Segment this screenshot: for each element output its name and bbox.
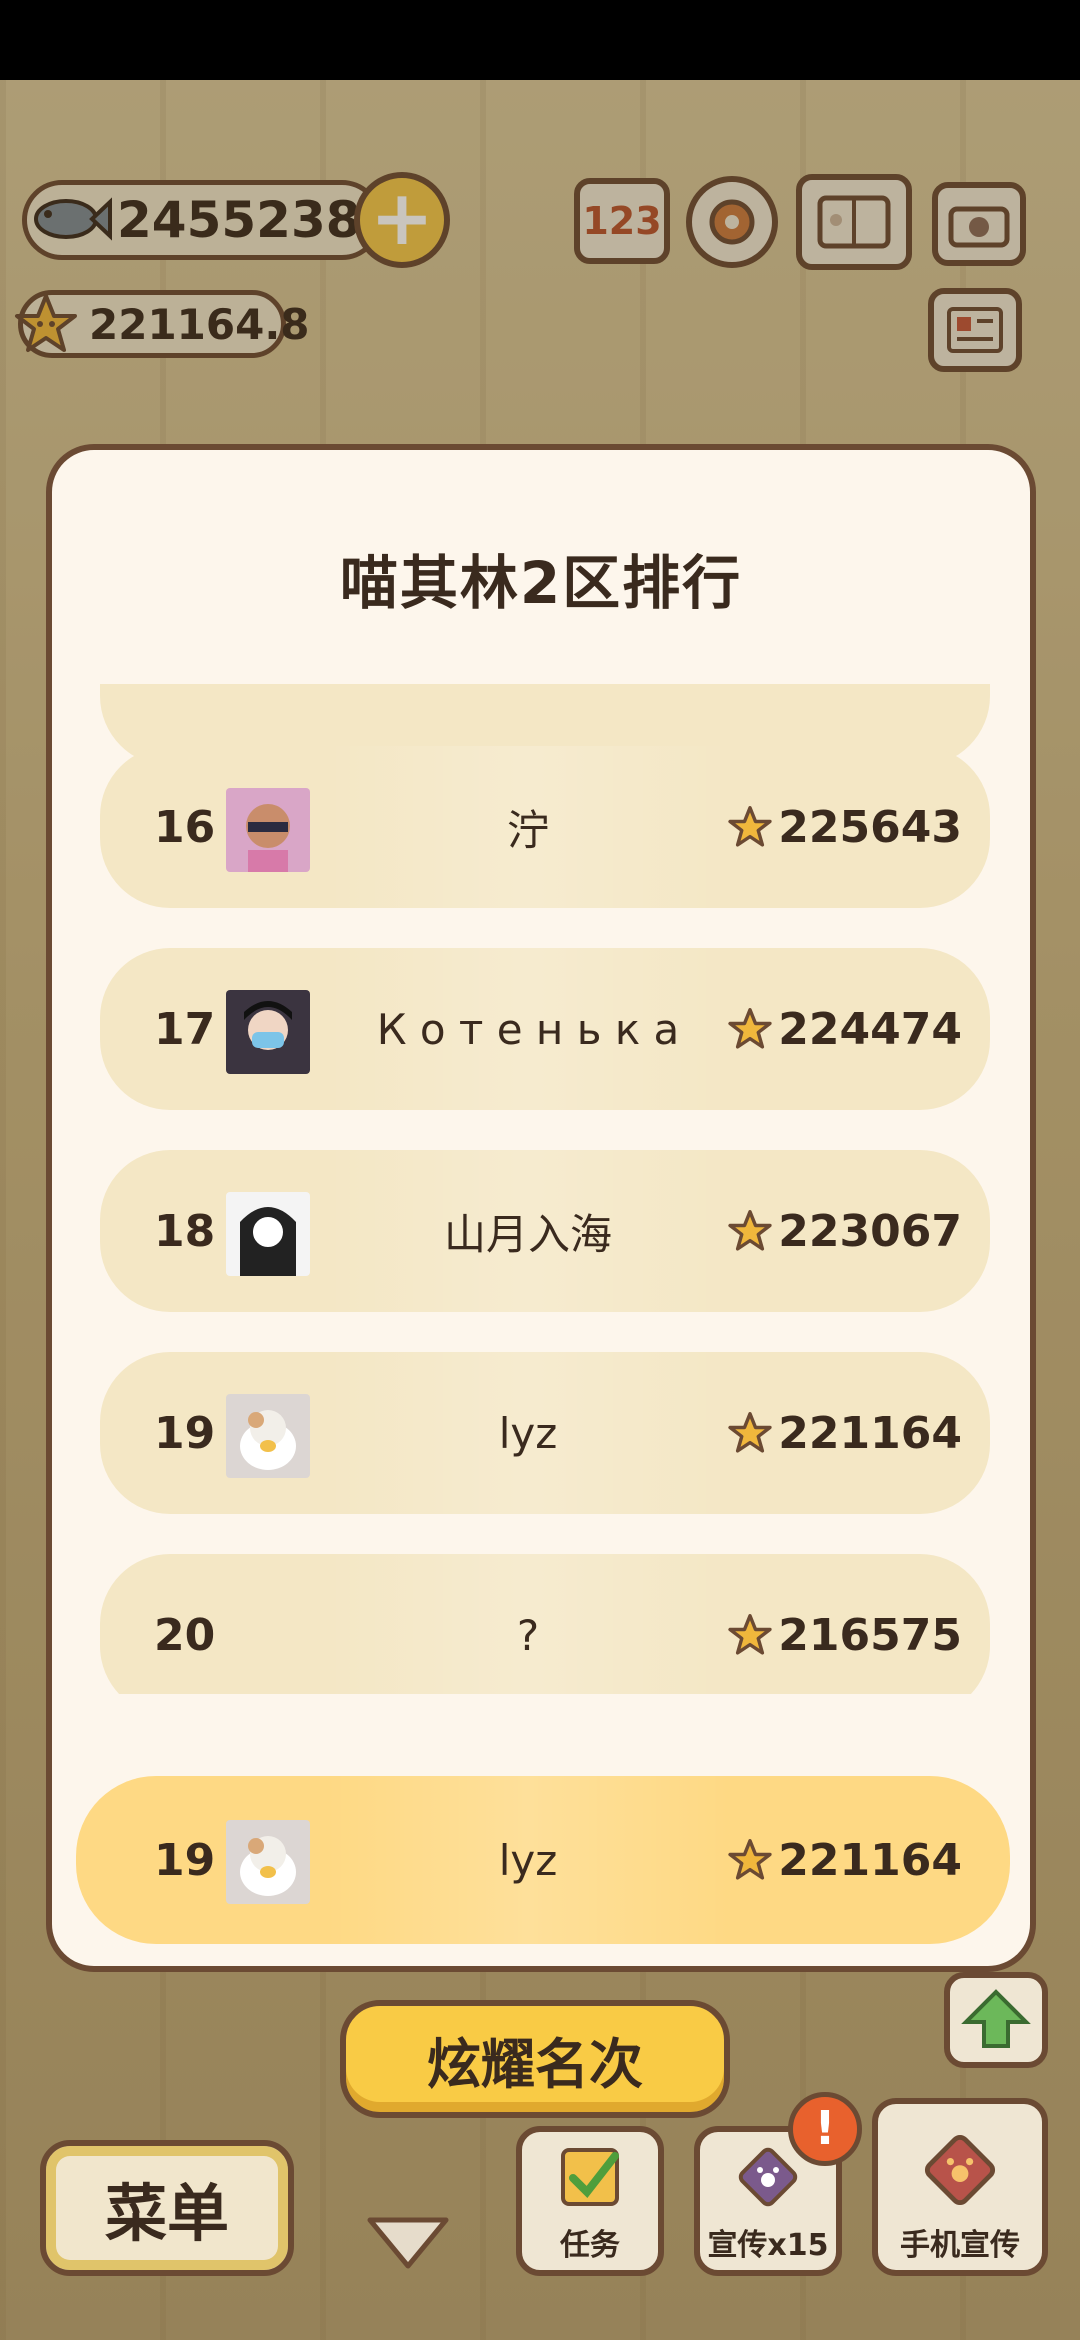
player-score: 216575 bbox=[728, 1554, 962, 1694]
player-score: 221164 bbox=[728, 1776, 962, 1944]
table-row[interactable]: 19 lyz 221164 bbox=[100, 1352, 990, 1514]
task-label: 任务 bbox=[560, 2228, 620, 2263]
phone-promo-button[interactable]: 手机宣传 bbox=[872, 2098, 1048, 2276]
rank-number: 17 bbox=[154, 1003, 216, 1055]
table-row[interactable]: 16 泞 225643 bbox=[100, 746, 990, 908]
task-button[interactable]: 任务 bbox=[516, 2126, 664, 2276]
player-name: К о т е н ь к а bbox=[326, 948, 730, 1110]
leaderboard-list[interactable]: 16 泞 225643 17 К о т е н ь к а 224474 18… bbox=[52, 684, 1030, 1694]
down-arrow-icon[interactable] bbox=[364, 2212, 452, 2272]
rank-number: 16 bbox=[154, 801, 216, 853]
menu-button[interactable]: 菜单 bbox=[40, 2140, 294, 2276]
rank-number: 20 bbox=[154, 1609, 216, 1661]
table-row[interactable]: 17 К о т е н ь к а 224474 bbox=[100, 948, 990, 1110]
player-score: 224474 bbox=[728, 948, 962, 1110]
avatar[interactable] bbox=[226, 788, 310, 872]
star-icon bbox=[728, 806, 772, 847]
player-name: 泞 bbox=[326, 746, 730, 908]
paw-icon bbox=[738, 2147, 798, 2207]
score-value: 223067 bbox=[778, 1205, 962, 1257]
player-score: 225643 bbox=[728, 746, 962, 908]
star-icon bbox=[728, 1210, 772, 1251]
table-row[interactable]: 18 山月入海 223067 bbox=[100, 1150, 990, 1312]
player-name: ? bbox=[326, 1554, 730, 1694]
rank-number: 19 bbox=[154, 1834, 216, 1886]
rank-number: 18 bbox=[154, 1205, 216, 1257]
score-value: 216575 bbox=[778, 1609, 962, 1661]
star-icon bbox=[728, 1008, 772, 1049]
avatar[interactable] bbox=[226, 990, 310, 1074]
score-value: 221164 bbox=[778, 1407, 962, 1459]
my-rank-row[interactable]: 19 lyz 221164 bbox=[76, 1776, 1010, 1944]
up-arrow-button[interactable] bbox=[944, 1972, 1048, 2068]
star-icon bbox=[728, 1839, 772, 1880]
rank-number: 19 bbox=[154, 1407, 216, 1459]
star-icon bbox=[728, 1614, 772, 1655]
player-name: lyz bbox=[326, 1352, 730, 1514]
score-value: 224474 bbox=[778, 1003, 962, 1055]
score-value: 221164 bbox=[778, 1834, 962, 1886]
avatar[interactable] bbox=[226, 1820, 310, 1904]
promo-label: 宣传x15 bbox=[707, 2228, 829, 2263]
avatar[interactable] bbox=[226, 1394, 310, 1478]
modal-title: 喵其林2区排行 bbox=[339, 549, 743, 617]
table-row[interactable]: 20 ? 216575 bbox=[100, 1554, 990, 1694]
avatar[interactable] bbox=[226, 1192, 310, 1276]
star-icon bbox=[728, 1412, 772, 1453]
up-arrow-icon bbox=[961, 1989, 1031, 2048]
status-bar bbox=[0, 0, 1080, 80]
player-name: 山月入海 bbox=[326, 1150, 730, 1312]
player-name: lyz bbox=[326, 1776, 730, 1944]
leaderboard-modal: 喵其林2区排行 16 泞 225643 17 К о т е н ь к а 2… bbox=[46, 444, 1036, 1972]
score-value: 225643 bbox=[778, 801, 962, 853]
player-score: 221164 bbox=[728, 1352, 962, 1514]
alert-badge: ! bbox=[788, 2092, 862, 2166]
phone-promo-label: 手机宣传 bbox=[900, 2228, 1020, 2263]
show-off-rank-button[interactable]: 炫耀名次 bbox=[340, 2000, 730, 2118]
player-score: 223067 bbox=[728, 1150, 962, 1312]
check-icon bbox=[561, 2148, 619, 2206]
paw-icon bbox=[924, 2134, 996, 2206]
